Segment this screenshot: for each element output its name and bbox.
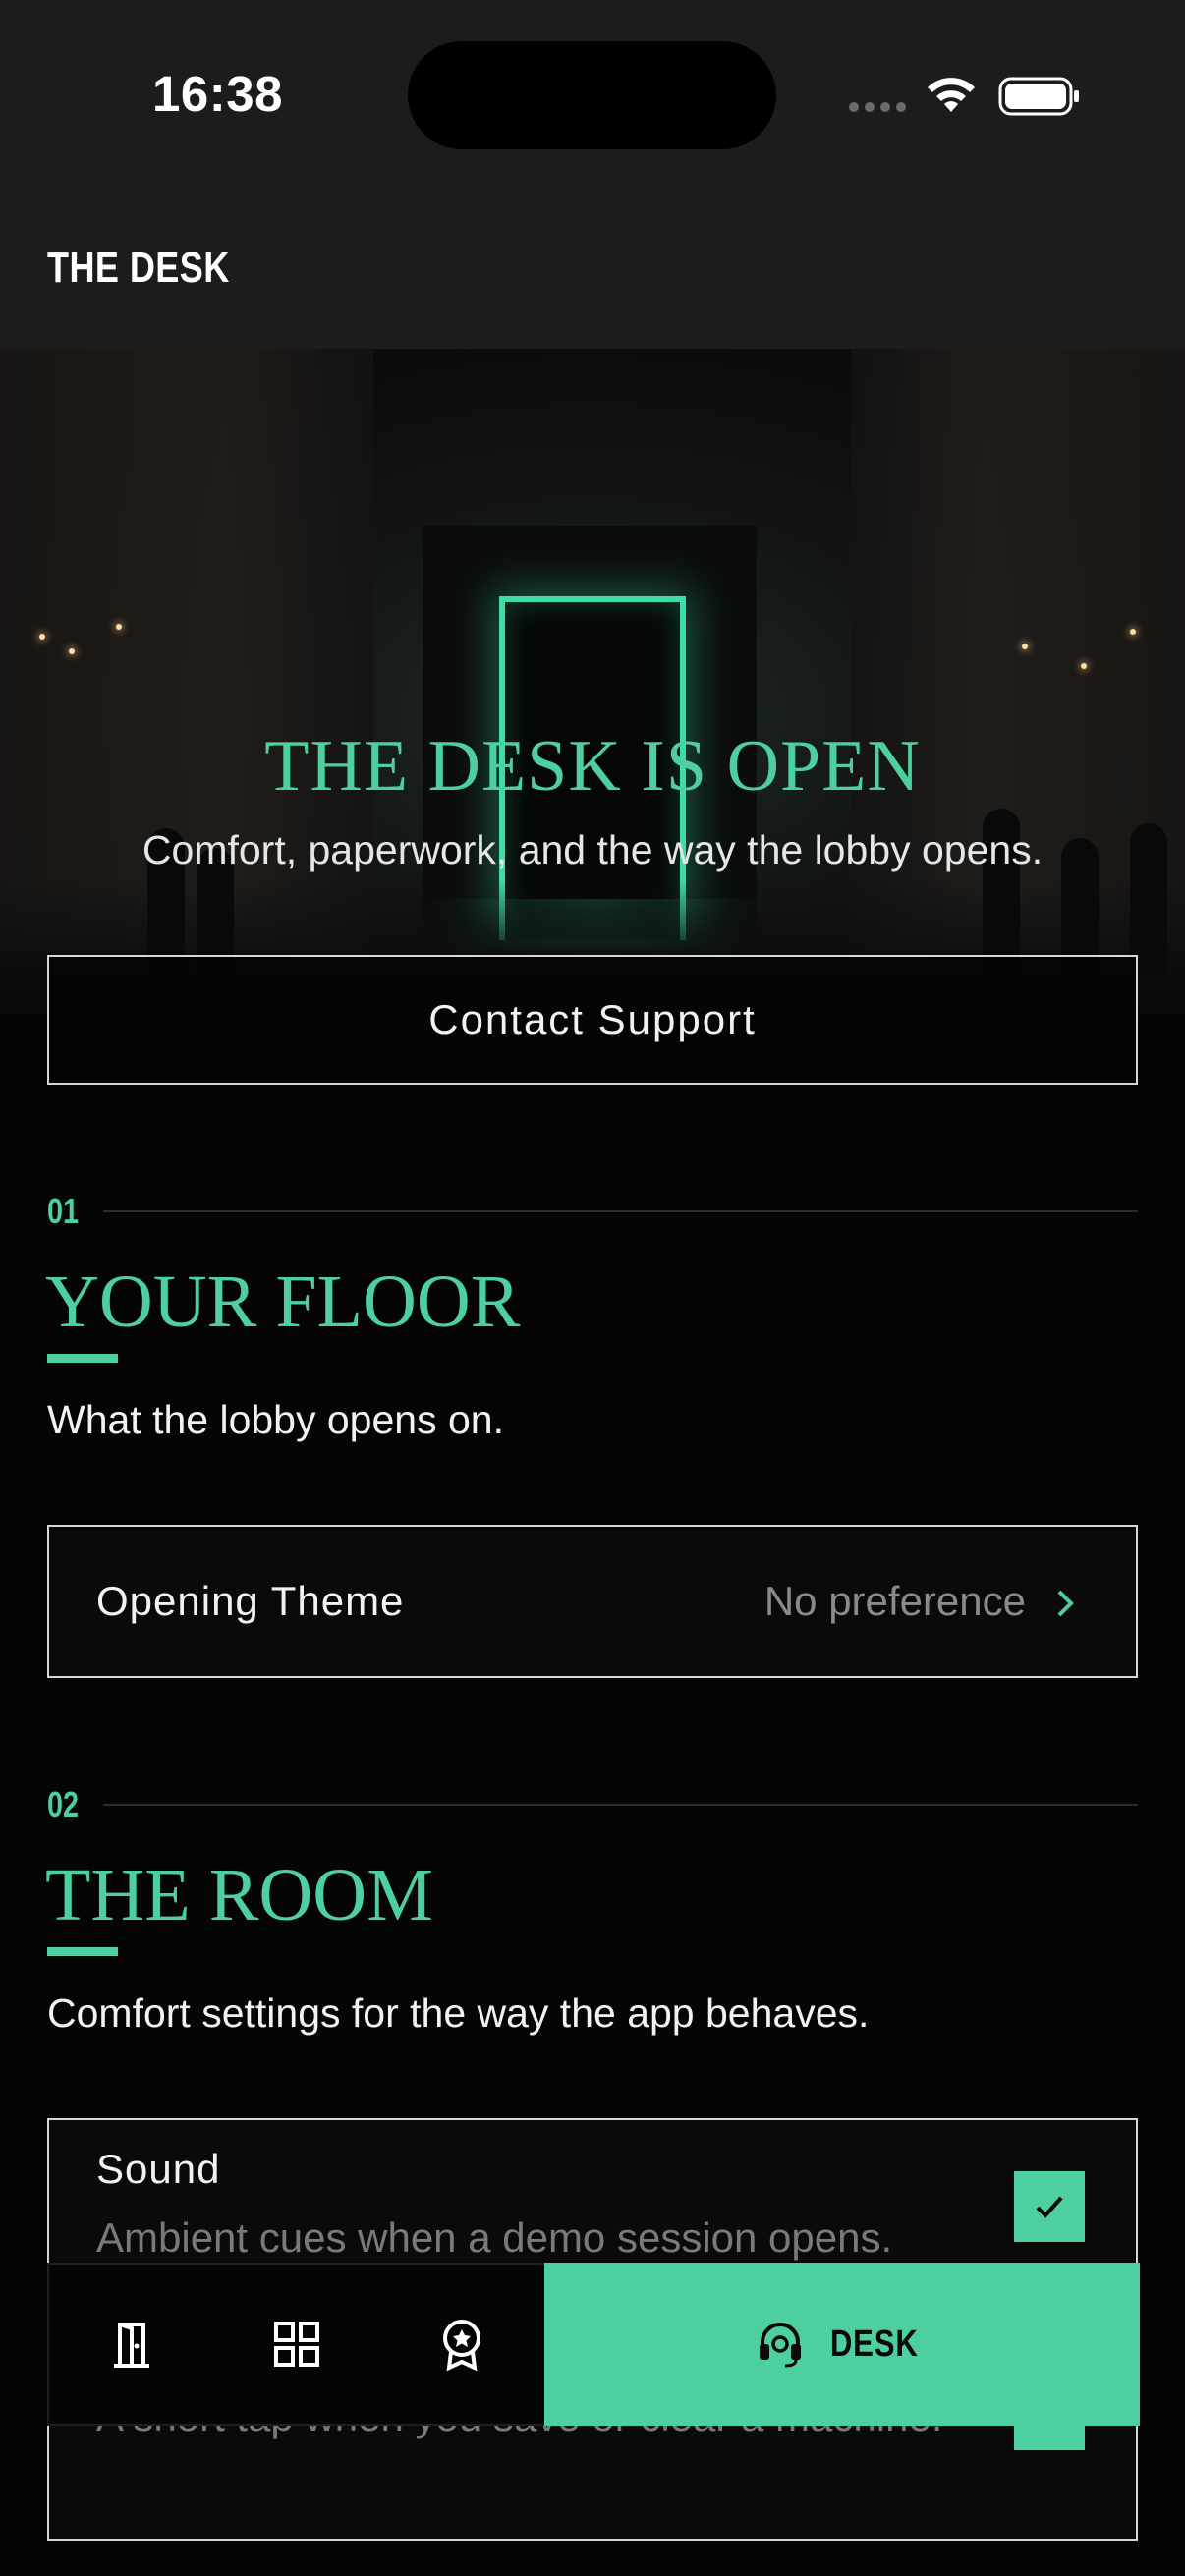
cellular-signal-icon (849, 102, 908, 116)
sound-toggle-description: Ambient cues when a demo session opens. (96, 2214, 893, 2261)
section-divider (103, 1210, 1138, 1212)
door-icon (114, 2323, 149, 2368)
sound-toggle-title: Sound (96, 2146, 221, 2192)
checkmark-icon (1036, 2196, 1063, 2218)
tab-desk[interactable]: DESK (544, 2263, 1140, 2426)
grid-icon (274, 2322, 319, 2367)
opening-theme-row[interactable]: Opening Theme No preference (47, 1525, 1138, 1678)
section-description: What the lobby opens on. (47, 1397, 504, 1442)
status-bar: 16:38 (0, 0, 1185, 187)
battery-icon (998, 77, 1079, 116)
tab-machines[interactable] (214, 2265, 379, 2424)
section-accent-bar (47, 1354, 118, 1363)
hero-image (0, 349, 1185, 1015)
section-divider (103, 1804, 1138, 1806)
section-number: 01 (47, 1191, 80, 1231)
sound-checkbox[interactable] (1014, 2171, 1085, 2242)
status-time: 16:38 (152, 66, 283, 122)
section-number: 02 (47, 1784, 80, 1824)
section-accent-bar (47, 1947, 118, 1956)
dynamic-island (408, 41, 776, 149)
headset-icon (760, 2323, 802, 2368)
tab-desk-label: DESK (830, 2323, 919, 2365)
app-title: THE DESK (47, 244, 230, 292)
badge-icon (443, 2320, 480, 2372)
hero-subtitle: Comfort, paperwork, and the way the lobb… (141, 827, 1044, 872)
opening-theme-label: Opening Theme (96, 1578, 405, 1624)
tab-rewards[interactable] (379, 2265, 544, 2424)
contact-support-button[interactable]: Contact Support (47, 955, 1138, 1085)
bottom-tab-bar: DESK (47, 2263, 1140, 2426)
opening-theme-value: No preference (763, 1578, 1026, 1624)
tab-lobby[interactable] (49, 2265, 214, 2424)
section-description: Comfort settings for the way the app beh… (47, 1990, 870, 2036)
section-title: THE ROOM (45, 1854, 433, 1936)
chevron-right-icon (1057, 1590, 1074, 1617)
wifi-icon (928, 78, 975, 112)
section-title: YOUR FLOOR (45, 1260, 521, 1343)
hero-title: THE DESK IS OPEN (264, 726, 921, 807)
